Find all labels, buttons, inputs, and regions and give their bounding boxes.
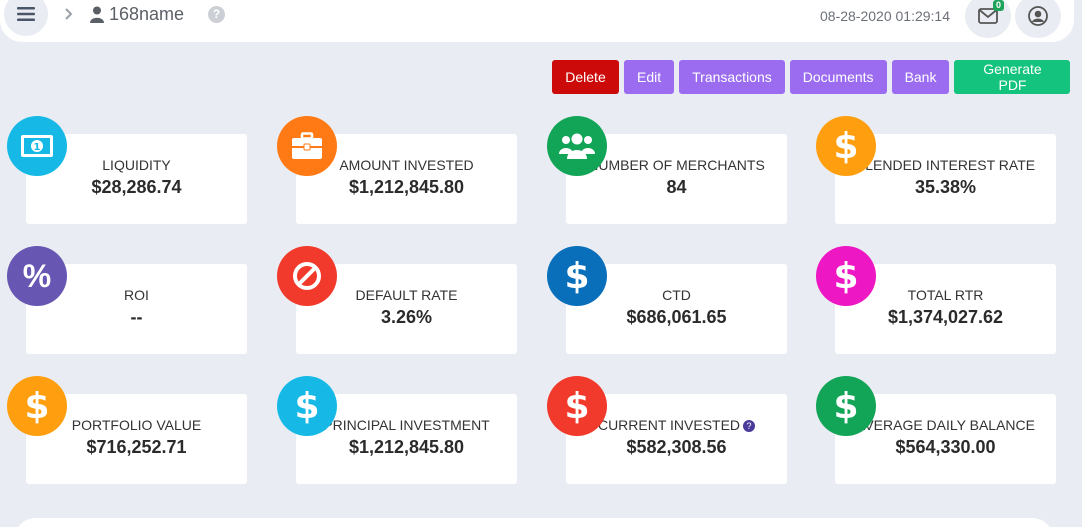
help-icon[interactable]: ? <box>743 420 756 432</box>
money-icon: 1 <box>7 116 67 176</box>
dollar-icon: $ <box>547 246 607 306</box>
notifications-button[interactable]: 0 <box>965 0 1011 38</box>
dollar-icon: $ <box>7 376 67 436</box>
content-panel <box>14 518 1054 527</box>
stat-value: $716,252.71 <box>86 437 187 457</box>
delete-button[interactable]: Delete <box>552 60 619 94</box>
stat-value: $686,061.65 <box>626 307 727 327</box>
help-icon[interactable]: ? <box>208 6 225 23</box>
user-icon <box>90 6 104 23</box>
menu-toggle-button[interactable] <box>4 0 48 36</box>
account-button[interactable] <box>1015 0 1061 38</box>
users-icon <box>547 116 607 176</box>
dollar-icon: $ <box>277 376 337 436</box>
dollar-icon: $ <box>816 246 876 306</box>
briefcase-icon <box>277 116 337 176</box>
stat-value: 35.38% <box>914 177 977 197</box>
dollar-icon: $ <box>816 376 876 436</box>
stat-value: 84 <box>666 177 687 197</box>
current-datetime: 08-28-2020 01:29:14 <box>820 8 950 24</box>
stat-value: $1,212,845.80 <box>348 177 465 197</box>
stat-label-text: Current Invested <box>597 417 741 433</box>
dollar-icon: $ <box>547 376 607 436</box>
stat-value: $28,286.74 <box>91 177 182 197</box>
stat-value: 3.26% <box>380 307 433 327</box>
transactions-button[interactable]: Transactions <box>679 60 785 94</box>
dollar-icon: $ <box>816 116 876 176</box>
breadcrumb-username[interactable]: 168name <box>109 4 184 25</box>
edit-button[interactable]: Edit <box>624 60 675 94</box>
generate-pdf-button[interactable]: Generate PDF <box>954 60 1071 94</box>
documents-button[interactable]: Documents <box>789 60 887 94</box>
top-bar: 168name ? 08-28-2020 01:29:14 0 <box>0 0 1074 42</box>
stat-value: $582,308.56 <box>626 437 727 457</box>
stat-value: $1,374,027.62 <box>887 307 1004 327</box>
percent-icon: % <box>7 246 67 306</box>
stat-value: -- <box>130 307 143 327</box>
notification-count-badge: 0 <box>993 0 1004 11</box>
bank-button[interactable]: Bank <box>891 60 950 94</box>
stat-value: $564,330.00 <box>895 437 996 457</box>
stat-value: $1,212,845.80 <box>348 437 465 457</box>
hamburger-icon <box>17 7 35 21</box>
action-toolbar: Delete Edit Transactions Documents Bank … <box>552 60 1071 94</box>
ban-icon <box>277 246 337 306</box>
user-circle-icon <box>1028 6 1048 26</box>
svg-text:1: 1 <box>34 142 41 153</box>
chevron-right-icon <box>65 8 73 20</box>
